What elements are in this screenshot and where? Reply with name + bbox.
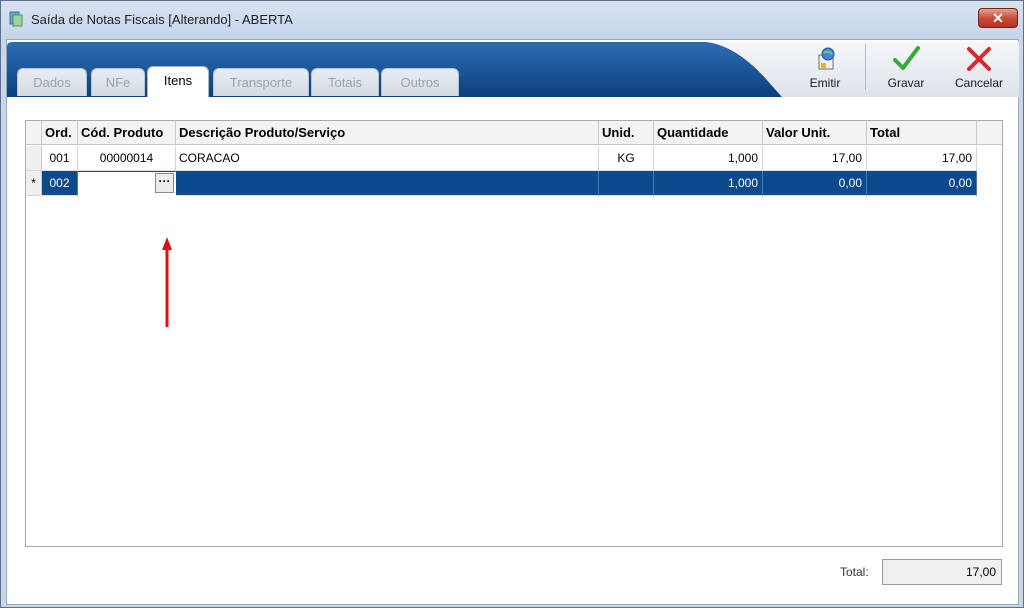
toolbar-separator [865, 44, 866, 90]
gravar-button[interactable]: Gravar [878, 42, 934, 94]
emitir-button[interactable]: Emitir [797, 42, 853, 94]
cell-valor-unit[interactable]: 17,00 [763, 146, 867, 171]
red-arrow-icon [162, 237, 172, 327]
cell-descricao[interactable] [176, 171, 599, 196]
check-icon [893, 46, 920, 70]
cell-ord[interactable]: 001 [42, 146, 78, 171]
row-indicator-header [26, 121, 42, 145]
cell-descricao[interactable]: CORACAO [176, 146, 599, 171]
emitir-label: Emitir [809, 76, 841, 90]
total-label: Total: [840, 565, 869, 579]
tab-transporte[interactable]: Transporte [213, 68, 309, 96]
row-indicator[interactable] [26, 146, 42, 171]
cell-cod-produto[interactable]: 00000014 [78, 146, 176, 171]
lookup-ellipsis-button[interactable]: ··· [155, 173, 174, 193]
cell-quantidade[interactable]: 1,000 [654, 171, 763, 196]
col-quantidade[interactable]: Quantidade [654, 121, 763, 145]
cell-unid[interactable] [599, 171, 654, 196]
close-button[interactable]: ✕ [978, 8, 1018, 28]
total-value: 17,00 [882, 559, 1002, 585]
app-window: Saída de Notas Fiscais [Alterando] - ABE… [0, 0, 1024, 608]
tab-itens[interactable]: Itens [147, 66, 209, 97]
col-valor-unit[interactable]: Valor Unit. [763, 121, 867, 145]
window-app-icon [9, 11, 23, 27]
row-indicator-new[interactable]: * [26, 171, 42, 196]
cancel-x-icon [967, 47, 991, 71]
tab-nfe[interactable]: NFe [91, 68, 145, 96]
cancelar-label: Cancelar [954, 76, 1004, 90]
cell-total[interactable]: 0,00 [867, 171, 977, 196]
tab-outros[interactable]: Outros [381, 68, 459, 96]
header-filler [977, 121, 1002, 145]
cell-unid[interactable]: KG [599, 146, 654, 171]
cell-valor-unit[interactable]: 0,00 [763, 171, 867, 196]
col-cod-produto[interactable]: Cód. Produto [78, 121, 176, 145]
title-bar[interactable]: Saída de Notas Fiscais [Alterando] - ABE… [1, 1, 1023, 39]
emitir-icon [818, 47, 835, 70]
gravar-label: Gravar [887, 76, 925, 90]
col-ord[interactable]: Ord. [42, 121, 78, 145]
cell-ord[interactable]: 002 [42, 171, 78, 196]
tab-totais[interactable]: Totais [311, 68, 379, 96]
client-area: Dados NFe Itens Transporte Totais Outros… [6, 39, 1019, 605]
cell-quantidade[interactable]: 1,000 [654, 146, 763, 171]
window-title: Saída de Notas Fiscais [Alterando] - ABE… [31, 12, 293, 27]
cell-total[interactable]: 17,00 [867, 146, 977, 171]
cancelar-button[interactable]: Cancelar [951, 42, 1007, 94]
items-grid[interactable]: Ord. Cód. Produto Descrição Produto/Serv… [25, 120, 1003, 547]
col-total[interactable]: Total [867, 121, 977, 145]
col-unid[interactable]: Unid. [599, 121, 654, 145]
tab-dados[interactable]: Dados [17, 68, 87, 96]
col-descricao[interactable]: Descrição Produto/Serviço [176, 121, 599, 145]
